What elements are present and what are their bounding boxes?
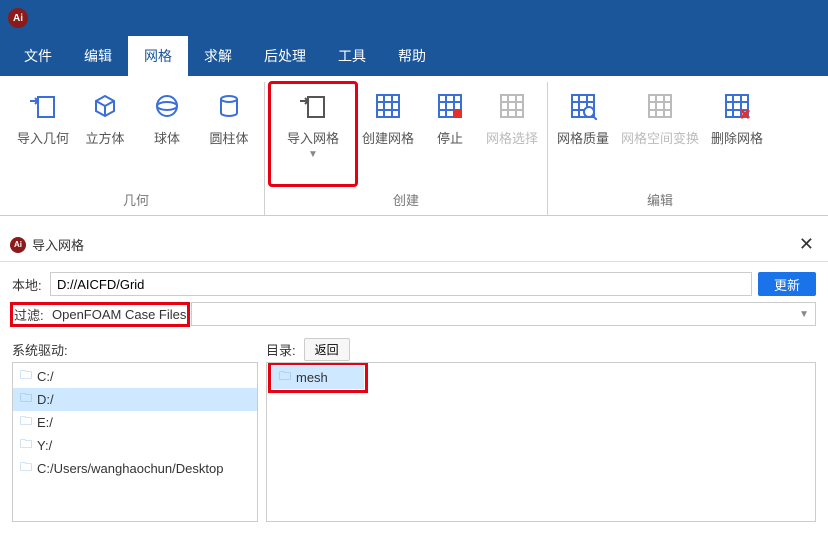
update-button[interactable]: 更新 [758,272,816,296]
local-label: 本地: [12,275,44,294]
grid-stop-icon [434,90,466,122]
mesh-select-label: 网格选择 [486,128,538,147]
ribbon-group-title-geometry: 几何 [12,186,260,215]
drives-listbox[interactable]: 🗀C:/ 🗀D:/ 🗀E:/ 🗀Y:/ 🗀C:/Users/wanghaochu… [12,362,258,522]
folder-icon: 🗀 [19,435,33,456]
folder-icon: 🗀 [278,367,292,388]
menu-help[interactable]: 帮助 [382,36,442,76]
import-mesh-button[interactable]: 导入网格 ▼ [269,82,357,186]
dir-label: 目录: [266,340,296,359]
chevron-down-icon: ▼ [308,149,318,160]
list-item[interactable]: 🗀D:/ [13,388,257,411]
sphere-icon [151,90,183,122]
folder-icon: 🗀 [19,366,33,387]
create-mesh-label: 创建网格 [362,128,414,147]
sphere-label: 球体 [154,128,180,147]
app-icon: Ai [8,8,28,28]
local-path-row: 本地: 更新 [12,272,816,296]
import-geometry-label: 导入几何 [17,128,69,147]
filter-select[interactable]: ▼ [191,302,816,326]
dialog-titlebar: Ai 导入网格 ✕ [0,228,828,262]
mesh-quality-label: 网格质量 [557,128,609,147]
import-geometry-button[interactable]: 导入几何 [12,82,74,186]
folder-icon: 🗀 [19,458,33,479]
dialog-app-icon: Ai [10,237,26,253]
titlebar: Ai [0,0,828,36]
delete-mesh-button[interactable]: 删除网格 [706,82,768,186]
sphere-button[interactable]: 球体 [136,82,198,186]
grid-select-icon [496,90,528,122]
cube-button[interactable]: 立方体 [74,82,136,186]
dialog-title: 导入网格 [32,235,84,254]
create-mesh-button[interactable]: 创建网格 [357,82,419,186]
menu-file[interactable]: 文件 [8,36,68,76]
stop-label: 停止 [437,128,463,147]
ribbon: 导入几何 立方体 球体 圆柱体 几何 [0,76,828,216]
grid-delete-icon [721,90,753,122]
grid-transform-icon [644,90,676,122]
import-grid-icon [297,90,329,122]
mesh-select-button[interactable]: 网格选择 [481,82,543,186]
back-button[interactable]: 返回 [304,338,350,361]
drives-label: 系统驱动: [12,340,68,359]
folder-icon: 🗀 [19,389,33,410]
stop-button[interactable]: 停止 [419,82,481,186]
import-mesh-dialog: Ai 导入网格 ✕ 本地: 更新 过滤: OpenFOAM Case Files… [0,228,828,532]
cylinder-label: 圆柱体 [209,128,248,147]
import-box-icon [27,90,59,122]
mesh-transform-label: 网格空间变换 [621,128,699,147]
local-path-input[interactable] [50,272,752,296]
list-item[interactable]: 🗀C:/Users/wanghaochun/Desktop [13,457,257,480]
filter-row: 过滤: OpenFOAM Case Files ▼ [12,302,816,326]
ribbon-group-geometry: 导入几何 立方体 球体 圆柱体 几何 [8,82,265,215]
list-item[interactable]: 🗀E:/ [13,411,257,434]
import-mesh-label: 导入网格 [287,128,339,147]
directory-listbox[interactable]: 🗀mesh [266,362,816,522]
dialog-close-button[interactable]: ✕ [795,234,818,255]
cylinder-icon [213,90,245,122]
ribbon-group-title-create: 创建 [269,186,543,215]
grid-search-icon [567,90,599,122]
filter-value-text: OpenFOAM Case Files [52,307,186,322]
mesh-quality-button[interactable]: 网格质量 [552,82,614,186]
cube-label: 立方体 [85,128,124,147]
ribbon-group-create: 导入网格 ▼ 创建网格 停止 网格选择 创建 [265,82,548,215]
folder-icon: 🗀 [19,412,33,433]
filter-label: 过滤: [14,305,46,324]
drives-panel: 系统驱动: 🗀C:/ 🗀D:/ 🗀E:/ 🗀Y:/ 🗀C:/Users/wang… [12,336,258,522]
menu-mesh[interactable]: 网格 [128,36,188,76]
list-item[interactable]: 🗀Y:/ [13,434,257,457]
menu-edit[interactable]: 编辑 [68,36,128,76]
cube-icon [89,90,121,122]
ribbon-group-title-edit: 编辑 [552,186,768,215]
menubar: 文件 编辑 网格 求解 后处理 工具 帮助 [0,36,828,76]
directory-panel: 目录: 返回 🗀mesh [266,336,816,522]
list-item[interactable]: 🗀mesh [272,366,364,389]
list-item[interactable]: 🗀C:/ [13,365,257,388]
menu-post[interactable]: 后处理 [248,36,322,76]
menu-solve[interactable]: 求解 [188,36,248,76]
ribbon-group-edit: 网格质量 网格空间变换 删除网格 编辑 [548,82,772,215]
chevron-down-icon: ▼ [799,309,809,320]
mesh-transform-button[interactable]: 网格空间变换 [614,82,706,186]
grid-icon [372,90,404,122]
delete-mesh-label: 删除网格 [711,128,763,147]
menu-tools[interactable]: 工具 [322,36,382,76]
cylinder-button[interactable]: 圆柱体 [198,82,260,186]
